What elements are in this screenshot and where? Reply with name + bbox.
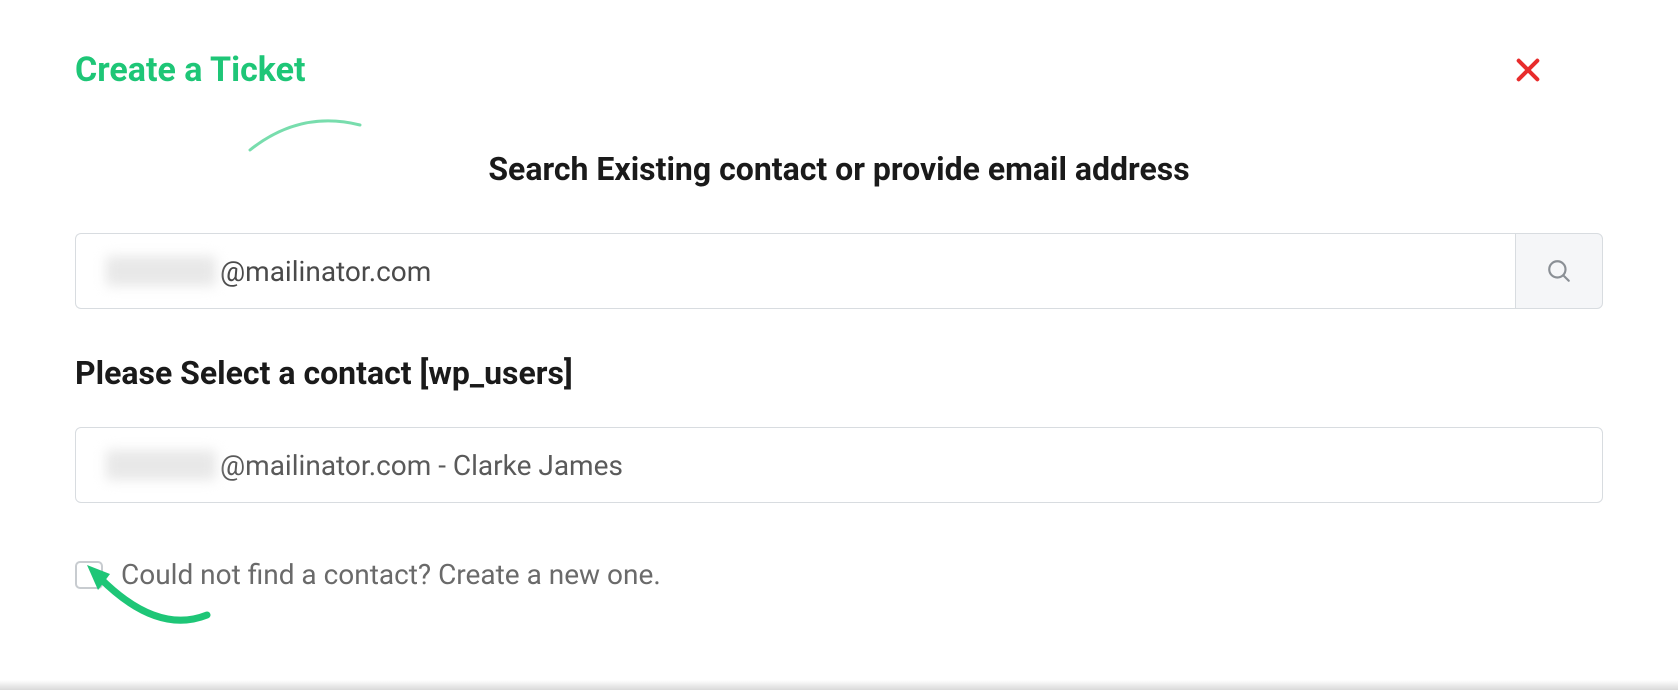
- search-row: @mailinator.com: [75, 233, 1603, 309]
- create-ticket-modal: Create a Ticket Search Existing contact …: [0, 0, 1678, 690]
- decorative-arc: [240, 115, 370, 155]
- search-button[interactable]: [1515, 233, 1603, 309]
- redacted-text: [106, 256, 216, 286]
- modal-title: Create a Ticket: [75, 50, 1603, 90]
- search-input-value: @mailinator.com: [220, 255, 431, 288]
- search-icon: [1546, 258, 1572, 284]
- contact-option[interactable]: @mailinator.com - Clarke James: [75, 427, 1603, 503]
- create-new-contact-label: Could not find a contact? Create a new o…: [121, 558, 661, 591]
- search-heading: Search Existing contact or provide email…: [75, 150, 1603, 188]
- select-contact-heading: Please Select a contact [wp_users]: [75, 354, 1603, 392]
- bottom-shadow: [0, 680, 1678, 690]
- create-new-contact-checkbox[interactable]: [75, 561, 103, 589]
- redacted-text: [106, 450, 216, 480]
- search-input[interactable]: @mailinator.com: [75, 233, 1515, 309]
- create-new-contact-row: Could not find a contact? Create a new o…: [75, 558, 1603, 591]
- contact-option-label: @mailinator.com - Clarke James: [220, 449, 623, 482]
- close-icon: [1512, 54, 1544, 86]
- close-button[interactable]: [1508, 50, 1548, 90]
